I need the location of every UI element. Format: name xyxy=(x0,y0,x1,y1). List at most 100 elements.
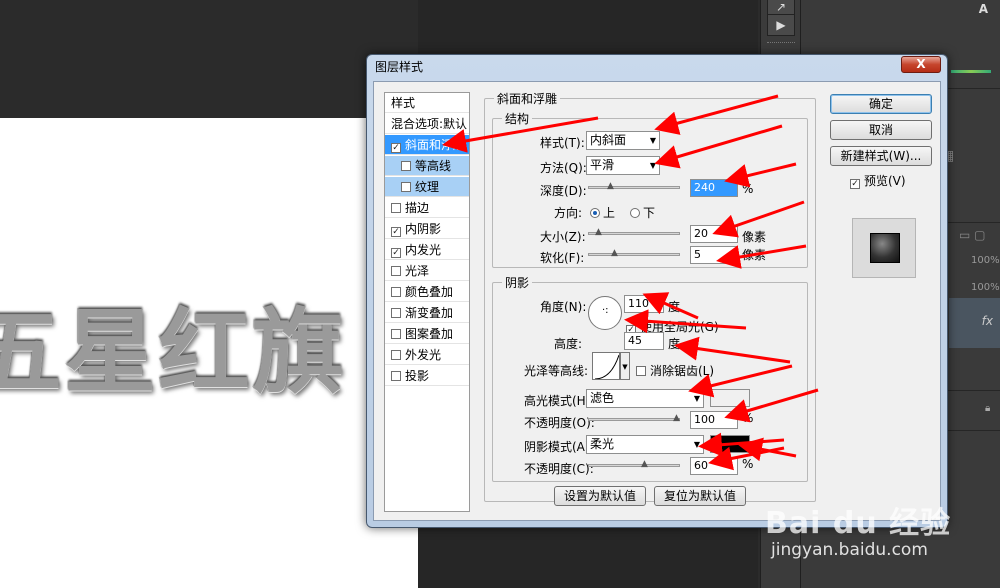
slider-thumb-icon: ▲ xyxy=(611,248,618,258)
direction-down-radio[interactable]: 下 xyxy=(630,204,655,221)
style-item-pattern-overlay[interactable]: 图案叠加 xyxy=(385,324,469,344)
chevron-down-icon[interactable]: ▼ xyxy=(620,352,630,380)
highlight-color-swatch[interactable] xyxy=(710,389,750,407)
angle-unit: 度 xyxy=(668,300,681,314)
opacity-readout[interactable]: 100% xyxy=(971,255,1000,266)
close-button[interactable]: X xyxy=(901,56,941,73)
checkbox-icon xyxy=(636,366,646,376)
warning-icon: A xyxy=(978,2,988,16)
angle-dial[interactable]: ·: xyxy=(588,296,622,330)
highlight-opacity-unit: % xyxy=(742,411,754,425)
style-item-inner-shadow[interactable]: ✓ 内阴影 xyxy=(385,219,469,239)
chevron-down-icon: ▼ xyxy=(649,161,656,170)
checkbox-icon: ✓ xyxy=(391,248,401,258)
lock-icon[interactable]: ▭ ▢ xyxy=(959,228,986,242)
soften-unit: 像素 xyxy=(742,248,767,262)
style-item-color-overlay[interactable]: 颜色叠加 xyxy=(385,282,469,302)
structure-title: 结构 xyxy=(502,110,533,127)
soften-label: 软化(F): xyxy=(540,251,585,265)
document-canvas[interactable]: 五星红旗 xyxy=(0,118,418,588)
histogram-strip xyxy=(951,70,991,73)
altitude-input[interactable]: 45 xyxy=(624,332,664,350)
bevel-emboss-title: 斜面和浮雕 xyxy=(494,90,561,107)
highlight-opacity-label: 不透明度(O): xyxy=(524,416,595,430)
slider-thumb-icon: ▲ xyxy=(607,181,614,191)
checkbox-icon xyxy=(401,182,411,192)
style-item-bevel[interactable]: ✓ 斜面和浮雕 xyxy=(385,135,469,155)
reset-default-button[interactable]: 复位为默认值 xyxy=(654,486,746,506)
cancel-button[interactable]: 取消 xyxy=(830,120,932,140)
antialias-checkbox[interactable]: 消除锯齿(L) xyxy=(636,362,714,379)
size-input[interactable]: 20 xyxy=(690,225,738,243)
style-item-inner-glow[interactable]: ✓ 内发光 xyxy=(385,240,469,260)
layer-row-selected[interactable]: fx xyxy=(949,298,1000,348)
soften-input[interactable]: 5 xyxy=(690,246,738,264)
preview-swatch xyxy=(870,233,900,263)
checkbox-icon xyxy=(401,161,411,171)
shadow-opacity-slider[interactable]: ▲ xyxy=(588,460,680,469)
contour-curve-icon xyxy=(594,354,619,379)
fill-readout[interactable]: 100% xyxy=(971,282,1000,293)
style-item-stroke[interactable]: 描边 xyxy=(385,198,469,218)
depth-unit: % xyxy=(742,182,754,196)
checkbox-icon: ✓ xyxy=(850,179,860,189)
direction-label: 方向: xyxy=(554,206,583,220)
depth-slider[interactable]: ▲ xyxy=(588,182,680,191)
depth-input[interactable]: 240 xyxy=(690,179,738,197)
shading-title: 阴影 xyxy=(502,274,533,291)
set-default-button[interactable]: 设置为默认值 xyxy=(554,486,646,506)
style-item-outer-glow[interactable]: 外发光 xyxy=(385,345,469,365)
shadow-opacity-input[interactable]: 60 xyxy=(690,457,738,475)
highlight-mode-select[interactable]: 滤色 ▼ xyxy=(586,389,704,408)
gloss-contour-picker[interactable] xyxy=(592,352,620,380)
highlight-opacity-input[interactable]: 100 xyxy=(690,411,738,429)
checkbox-icon xyxy=(391,371,401,381)
watermark-url: jingyan.baidu.com xyxy=(771,540,928,560)
shadow-opacity-unit: % xyxy=(742,457,754,471)
play-icon[interactable]: ▶ xyxy=(767,14,795,36)
crosshair-icon: ·: xyxy=(602,305,609,316)
size-unit: 像素 xyxy=(742,230,767,244)
shadow-mode-label: 阴影模式(A): xyxy=(524,440,594,454)
style-label: 样式(T): xyxy=(540,136,585,150)
ok-button[interactable]: 确定 xyxy=(830,94,932,114)
styles-header: 样式 xyxy=(385,93,469,113)
canvas-dark-area xyxy=(0,0,420,118)
angle-input[interactable]: 110 xyxy=(624,295,664,313)
technique-select[interactable]: 平滑 ▼ xyxy=(586,156,660,175)
radio-off-icon xyxy=(630,208,640,218)
style-item-blending[interactable]: 混合选项:默认 xyxy=(385,114,469,134)
styles-list: 样式 混合选项:默认 ✓ 斜面和浮雕 等高线 纹理 描边 ✓ 内阴影 ✓ 内发光 光泽… xyxy=(384,92,470,512)
preview-checkbox[interactable]: ✓ 预览(V) xyxy=(850,172,906,189)
shadow-color-swatch[interactable] xyxy=(710,435,750,453)
chevron-down-icon: ▼ xyxy=(649,136,656,145)
altitude-label: 高度: xyxy=(554,337,583,351)
style-item-gradient-overlay[interactable]: 渐变叠加 xyxy=(385,303,469,323)
watermark-logo: Bai du 经验 xyxy=(765,506,952,541)
chevron-down-icon: ▼ xyxy=(693,394,700,403)
bevel-style-select[interactable]: 内斜面 ▼ xyxy=(586,131,660,150)
chevron-down-icon: ▼ xyxy=(693,440,700,449)
checkbox-icon xyxy=(391,266,401,276)
size-slider[interactable]: ▲ xyxy=(588,228,680,237)
checkbox-icon xyxy=(391,350,401,360)
slider-thumb-icon: ▲ xyxy=(673,413,680,423)
checkbox-icon xyxy=(391,329,401,339)
shadow-mode-select[interactable]: 柔光 ▼ xyxy=(586,435,704,454)
fx-icon: fx xyxy=(981,314,993,328)
checkbox-icon: ✓ xyxy=(391,227,401,237)
lock-layer-icon: 🔒︎ xyxy=(985,403,991,414)
dialog-body: 样式 混合选项:默认 ✓ 斜面和浮雕 等高线 纹理 描边 ✓ 内阴影 ✓ 内发光 光泽… xyxy=(373,81,941,521)
style-item-contour[interactable]: 等高线 xyxy=(385,156,469,176)
grip-icon xyxy=(767,42,795,46)
style-item-satin[interactable]: 光泽 xyxy=(385,261,469,281)
style-item-drop-shadow[interactable]: 投影 xyxy=(385,366,469,386)
highlight-opacity-slider[interactable]: ▲ xyxy=(588,414,680,423)
soften-slider[interactable]: ▲ xyxy=(588,249,680,258)
new-style-button[interactable]: 新建样式(W)... xyxy=(830,146,932,166)
direction-up-radio[interactable]: 上 xyxy=(590,204,615,221)
checkbox-icon xyxy=(391,287,401,297)
style-item-texture[interactable]: 纹理 xyxy=(385,177,469,197)
angle-label: 角度(N): xyxy=(540,300,587,314)
checkbox-icon xyxy=(391,308,401,318)
